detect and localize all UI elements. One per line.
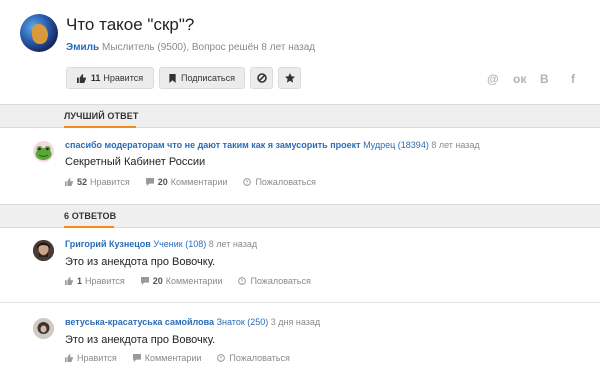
section-underline	[64, 126, 136, 128]
like-count: 11	[90, 73, 101, 83]
answer-comments-button[interactable]: Комментарии	[132, 353, 202, 363]
comment-icon	[145, 178, 154, 186]
answer-avatar[interactable]	[33, 240, 54, 261]
answer-report-label: Пожаловаться	[229, 353, 290, 363]
author-avatar[interactable]	[20, 14, 58, 52]
answer-text: Это из анекдота про Вовочку.	[65, 334, 216, 346]
answer-comments-button[interactable]: 20 Комментарии	[140, 276, 223, 286]
bookmark-icon	[169, 73, 176, 83]
warning-icon	[243, 178, 252, 186]
share-vk-icon[interactable]: В	[540, 72, 549, 86]
answer-comments-count: 20	[152, 276, 163, 286]
like-label: Нравится	[103, 73, 144, 83]
answer-report-button[interactable]: Пожаловаться	[238, 276, 311, 286]
answer-avatar[interactable]	[33, 141, 54, 162]
answer-text: Это из анекдота про Вовочку.	[65, 256, 216, 268]
answer-divider	[0, 302, 600, 303]
person-avatar-icon	[33, 240, 54, 261]
best-answer-section-bar: ЛУЧШИЙ ОТВЕТ	[0, 104, 600, 128]
answer-comments-button[interactable]: 20 Комментарии	[145, 177, 228, 187]
answer-header: спасибо модераторам что не дают таким ка…	[65, 140, 480, 150]
answer-comments-label: Комментарии	[170, 177, 228, 187]
answer-like-label: Нравится	[90, 177, 130, 187]
answer-report-label: Пожаловаться	[250, 276, 311, 286]
answer-time: 3 дня назад	[270, 317, 321, 327]
warning-icon	[217, 354, 226, 362]
answer-time: 8 лет назад	[208, 239, 258, 249]
best-answer-label: ЛУЧШИЙ ОТВЕТ	[64, 111, 139, 121]
answer-comments-count: 20	[157, 177, 168, 187]
answer-header: ветуська-красатуська самойлова Знаток (2…	[65, 317, 320, 327]
question-author-link[interactable]: Эмиль	[66, 42, 99, 53]
answer-comments-label: Комментарии	[165, 276, 223, 286]
answer-author-link[interactable]: спасибо модераторам что не дают таким ка…	[65, 140, 361, 150]
warning-icon	[238, 277, 247, 285]
answer-rank: Ученик (108)	[153, 239, 207, 249]
answer-header: Григорий Кузнецов Ученик (108) 8 лет наз…	[65, 239, 257, 249]
answer-like-count: 1	[77, 276, 83, 286]
answers-section-bar: 6 ОТВЕТОВ	[0, 204, 600, 228]
answer-text: Секретный Кабинет России	[65, 156, 206, 168]
answer-like-button[interactable]: 1 Нравится	[65, 276, 125, 286]
question-header: Что такое "скр"? Эмиль Мыслитель (9500),…	[0, 0, 600, 100]
question-meta-text: Мыслитель (9500), Вопрос решён 8 лет наз…	[101, 42, 316, 53]
subscribe-label: Подписаться	[181, 73, 235, 83]
answer-like-button[interactable]: Нравится	[65, 353, 117, 363]
answer-author-link[interactable]: Григорий Кузнецов	[65, 239, 151, 249]
answer-report-button[interactable]: Пожаловаться	[243, 177, 316, 187]
share-mail-icon[interactable]: @	[487, 72, 499, 86]
answers-count-label: 6 ОТВЕТОВ	[64, 211, 117, 221]
answer-comments-label: Комментарии	[144, 353, 202, 363]
block-icon	[256, 73, 267, 83]
answer-report-label: Пожаловаться	[255, 177, 316, 187]
answer-rank: Мудрец (18394)	[363, 140, 429, 150]
like-button[interactable]: 11 Нравится	[66, 67, 154, 89]
thumbs-up-icon	[65, 178, 73, 186]
answer-rank: Знаток (250)	[216, 317, 269, 327]
section-underline	[64, 226, 114, 228]
share-ok-icon[interactable]: ок	[513, 72, 526, 86]
answer-like-count: 52	[77, 177, 88, 187]
block-button[interactable]	[250, 67, 273, 89]
thumbs-up-icon	[65, 277, 73, 285]
star-icon	[284, 73, 295, 83]
thumbs-up-icon	[76, 73, 86, 83]
answer-actions: 52 Нравится 20 Комментарии Пожаловаться	[65, 177, 332, 187]
answer-actions: 1 Нравится 20 Комментарии Пожаловаться	[65, 276, 327, 286]
answer-avatar[interactable]	[33, 318, 54, 339]
answer-report-button[interactable]: Пожаловаться	[217, 353, 290, 363]
thumbs-up-icon	[65, 354, 73, 362]
comment-icon	[140, 277, 149, 285]
answer-like-button[interactable]: 52 Нравится	[65, 177, 130, 187]
question-title: Что такое "скр"?	[66, 15, 195, 34]
answer-author-link[interactable]: ветуська-красатуська самойлова	[65, 317, 214, 327]
favorite-button[interactable]	[278, 67, 301, 89]
subscribe-button[interactable]: Подписаться	[159, 67, 245, 89]
question-meta: Эмиль Мыслитель (9500), Вопрос решён 8 л…	[66, 42, 315, 53]
comment-icon	[132, 354, 141, 362]
share-facebook-icon[interactable]: f	[571, 72, 575, 86]
frog-avatar-icon	[35, 146, 52, 160]
answer-like-label: Нравится	[77, 353, 117, 363]
answer-time: 8 лет назад	[431, 140, 480, 150]
answer-like-label: Нравится	[85, 276, 125, 286]
answer-actions: Нравится Комментарии Пожаловаться	[65, 353, 306, 363]
person-avatar-icon	[33, 318, 54, 339]
